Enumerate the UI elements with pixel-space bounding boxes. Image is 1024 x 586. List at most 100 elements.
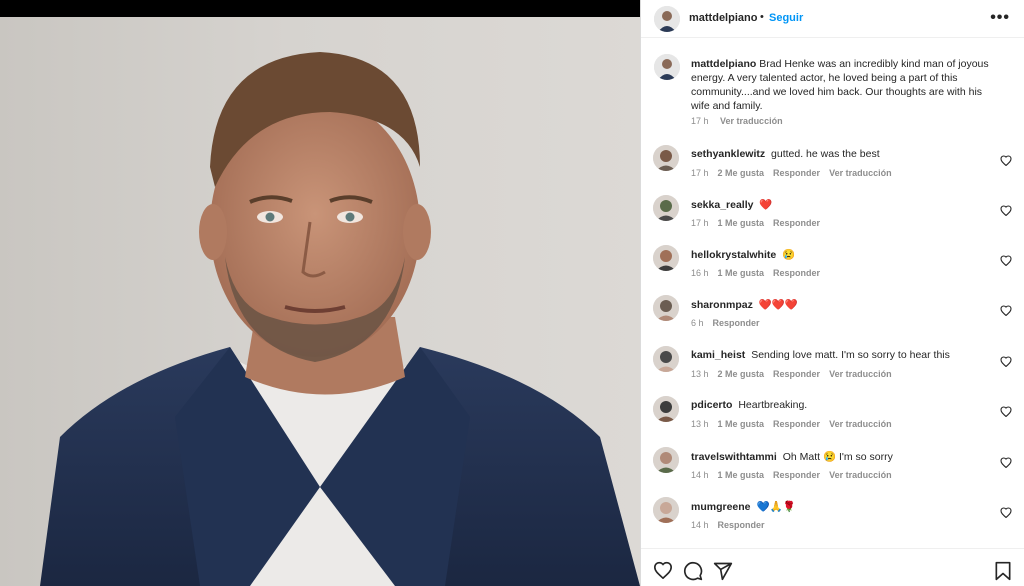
comment-icon[interactable] [683,561,703,586]
caption-translate-button[interactable]: Ver traducción [720,116,783,126]
comment-time[interactable]: 17 h [691,168,709,178]
comment-username[interactable]: hellokrystalwhite [691,249,779,261]
comment-likes-count[interactable]: 1 Me gusta [718,268,765,278]
commenter-avatar[interactable] [653,295,679,321]
comment-username[interactable]: mumgreene [691,501,753,513]
reply-button[interactable]: Responder [773,168,820,178]
reply-button[interactable]: Responder [773,419,820,429]
comment-username[interactable]: travelswithtammi [691,451,780,463]
comment-text: Heartbreaking. [738,399,808,411]
comment-meta: 13 h 2 Me gusta Responder Ver traducción [691,369,901,379]
heart-icon[interactable] [653,561,673,584]
commenter-avatar[interactable] [653,145,679,171]
post-header: mattdelpiano • Seguir ••• [641,0,1024,38]
follow-button[interactable]: Seguir [769,12,803,24]
translate-button[interactable]: Ver traducción [829,369,892,379]
reply-button[interactable]: Responder [773,470,820,480]
separator-dot: • [760,11,764,23]
comment-username[interactable]: sekka_really [691,199,756,211]
comment-line: travelswithtammi Oh Matt 😢 I'm so sorry [691,450,893,463]
post-photo[interactable] [0,0,640,586]
post-detail-panel: mattdelpiano • Seguir ••• mattdelpiano B… [640,0,1024,586]
comment-likes-count[interactable]: 2 Me gusta [718,168,765,178]
author-username[interactable]: mattdelpiano [689,12,757,24]
comment-line: mumgreene 💙🙏🌹 [691,500,796,513]
comment-line: kami_heist Sending love matt. I'm so sor… [691,349,950,361]
comment-meta: 17 h 2 Me gusta Responder Ver traducción [691,168,901,178]
post-image [0,17,640,586]
bookmark-icon[interactable] [994,561,1012,586]
comment-time[interactable]: 14 h [691,470,709,480]
reply-button[interactable]: Responder [773,369,820,379]
author-avatar[interactable] [654,6,680,32]
translate-button[interactable]: Ver traducción [829,419,892,429]
comment-item: sethyanklewitz gutted. he was the best 17… [641,145,1024,193]
caption-time[interactable]: 17 h [691,116,709,126]
portrait-illustration [40,52,640,586]
comment-item: mumgreene 💙🙏🌹 14 h Responder [641,497,1024,545]
comment-time[interactable]: 16 h [691,268,709,278]
comment-meta: 13 h 1 Me gusta Responder Ver traducción [691,419,901,429]
reply-button[interactable]: Responder [713,318,760,328]
comment-likes-count[interactable]: 1 Me gusta [718,470,765,480]
comment-like-heart-icon[interactable] [1000,203,1012,217]
comment-likes-count[interactable]: 1 Me gusta [718,419,765,429]
comment-username[interactable]: sharonmpaz [691,299,756,311]
comment-emoji: ❤️❤️❤️ [758,299,798,311]
comment-line: sethyanklewitz gutted. he was the best [691,148,880,160]
comment-line: pdicerto Heartbreaking. [691,399,807,411]
comment-like-heart-icon[interactable] [1000,404,1012,418]
comment-likes-count[interactable]: 2 Me gusta [718,369,765,379]
comment-username[interactable]: kami_heist [691,349,748,361]
comment-like-heart-icon[interactable] [1000,153,1012,167]
reply-button[interactable]: Responder [773,218,820,228]
reply-button[interactable]: Responder [718,520,765,530]
comment-like-heart-icon[interactable] [1000,455,1012,469]
comment-item: hellokrystalwhite 😢 16 h 1 Me gusta Respond… [641,245,1024,293]
comment-like-heart-icon[interactable] [1000,303,1012,317]
comment-item: travelswithtammi Oh Matt 😢 I'm so sorry 1… [641,447,1024,495]
commenter-avatar[interactable] [653,497,679,523]
caption-author-avatar[interactable] [654,54,680,80]
comment-item: pdicerto Heartbreaking. 13 h 1 Me gusta Res… [641,396,1024,444]
comment-item: sharonmpaz ❤️❤️❤️ 6 h Responder [641,295,1024,343]
comment-item: sekka_really ❤️ 17 h 1 Me gusta Responder [641,195,1024,243]
commenter-avatar[interactable] [653,346,679,372]
comment-like-heart-icon[interactable] [1000,505,1012,519]
translate-button[interactable]: Ver traducción [829,168,892,178]
commenter-avatar[interactable] [653,396,679,422]
commenter-avatar[interactable] [653,195,679,221]
comment-emoji: 😢 [782,249,796,261]
comment-emoji: 💙🙏🌹 [756,501,796,513]
comment-line: hellokrystalwhite 😢 [691,248,795,261]
share-icon[interactable] [713,561,733,586]
reply-button[interactable]: Responder [773,268,820,278]
comment-time[interactable]: 13 h [691,369,709,379]
comment-meta: 14 h Responder [691,520,774,530]
caption-meta: 17 h Ver traducción [691,116,792,126]
comment-line: sekka_really ❤️ [691,198,772,211]
more-options-icon[interactable]: ••• [990,9,1010,27]
comment-meta: 16 h 1 Me gusta Responder [691,268,829,278]
comment-username[interactable]: pdicerto [691,399,735,411]
comment-meta: 14 h 1 Me gusta Responder Ver traducción [691,470,901,480]
comment-emoji: ❤️ [759,199,773,211]
comment-time[interactable]: 6 h [691,318,704,328]
comment-time[interactable]: 14 h [691,520,709,530]
comment-meta: 6 h Responder [691,318,769,328]
caption-username[interactable]: mattdelpiano [691,58,759,70]
comment-like-heart-icon[interactable] [1000,354,1012,368]
comment-meta: 17 h 1 Me gusta Responder [691,218,829,228]
comment-time[interactable]: 17 h [691,218,709,228]
comment-likes-count[interactable]: 1 Me gusta [718,218,765,228]
comment-like-heart-icon[interactable] [1000,253,1012,267]
translate-button[interactable]: Ver traducción [829,470,892,480]
commenter-avatar[interactable] [653,447,679,473]
comment-item: kami_heist Sending love matt. I'm so sor… [641,346,1024,394]
comment-text: gutted. he was the best [771,148,880,160]
comment-time[interactable]: 13 h [691,419,709,429]
commenter-avatar[interactable] [653,245,679,271]
comment-text: Oh Matt 😢 I'm so sorry [782,451,893,463]
caption-body: mattdelpiano Brad Henke was an incredibl… [691,57,1001,113]
comment-username[interactable]: sethyanklewitz [691,148,768,160]
